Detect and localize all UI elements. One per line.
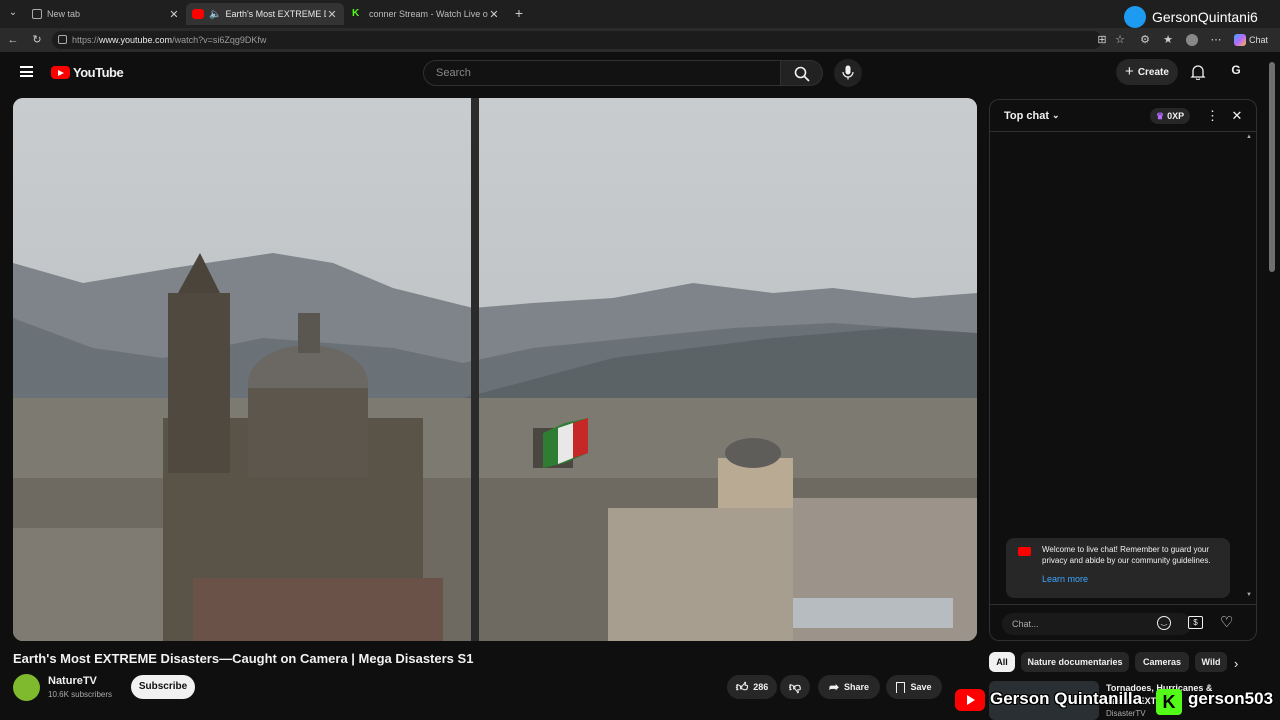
youtube-play-logo-icon <box>51 66 70 79</box>
chip-cameras[interactable]: Cameras <box>1135 652 1189 672</box>
browser-address-bar: ← ↻ https://www.youtube.com/watch?v=si6Z… <box>0 28 1280 52</box>
save-label: Save <box>910 682 932 692</box>
overlay-youtube-name: Gerson Quintanilla <box>990 689 1143 708</box>
youtube-header: YouTube Search + Create G <box>0 52 1280 92</box>
close-chat-icon[interactable]: ✕ <box>1230 108 1244 124</box>
kick-favicon-icon: K <box>352 8 360 19</box>
dislike-button[interactable]: 👎︎ <box>780 675 810 699</box>
microphone-icon <box>842 65 854 80</box>
thumbs-up-icon: 👍︎ <box>735 679 749 694</box>
url-field[interactable]: https://www.youtube.com/watch?v=si6Zqg9D… <box>52 31 1102 49</box>
tab-new-tab[interactable]: New tab ✕ <box>26 3 186 25</box>
search-icon <box>794 66 810 82</box>
chat-welcome-notice: Welcome to live chat! Remember to guard … <box>1006 538 1230 598</box>
app-install-icon[interactable]: ⊞ <box>1096 34 1108 46</box>
notifications-bell-icon[interactable] <box>1190 64 1206 80</box>
reload-icon[interactable]: ↻ <box>31 34 43 46</box>
close-icon[interactable]: ✕ <box>326 8 338 21</box>
chat-mode-label: Top chat <box>1004 109 1050 122</box>
chat-input-row: Chat... ‿ $ ♡ <box>990 604 1256 640</box>
close-icon[interactable]: ✕ <box>488 8 500 21</box>
back-arrow-icon[interactable]: ← <box>7 34 19 46</box>
like-button[interactable]: 👍︎ 286 <box>727 675 777 699</box>
notice-text: Welcome to live chat! Remember to guard … <box>1042 545 1211 565</box>
page-icon <box>32 9 42 19</box>
video-frame-city-skyline <box>13 98 977 641</box>
chevron-down-icon: ⌄ <box>1052 110 1060 120</box>
chips-next-chevron-icon[interactable]: › <box>1234 656 1238 671</box>
more-menu-icon[interactable]: ⋯ <box>1210 34 1222 46</box>
favorites-icon[interactable]: ★ <box>1162 34 1174 46</box>
tab-label: Earth's Most EXTREME Disaste <box>225 9 326 19</box>
profile-avatar-icon[interactable] <box>1186 34 1198 46</box>
new-tab-plus-icon[interactable]: + <box>512 5 526 21</box>
xp-badge[interactable]: ♛ 0XP <box>1150 108 1191 124</box>
channel-avatar[interactable] <box>13 674 40 701</box>
video-player[interactable] <box>13 98 977 641</box>
subscriber-count: 10.6K subscribers <box>48 690 113 699</box>
share-label: Share <box>844 682 870 692</box>
browser-tab-bar: ⌄ New tab ✕ 🔈 Earth's Most EXTREME Disas… <box>0 0 1280 28</box>
create-button[interactable]: + Create <box>1116 59 1178 85</box>
plus-icon: + <box>1125 63 1134 80</box>
url-host: www.youtube.com <box>99 35 173 45</box>
emoji-icon[interactable]: ‿ <box>1157 616 1171 630</box>
page-scrollbar-thumb[interactable] <box>1269 62 1275 272</box>
learn-more-link[interactable]: Learn more <box>1042 574 1220 585</box>
extensions-icon[interactable]: ⚙ <box>1139 34 1151 46</box>
tab-label: New tab <box>47 9 81 19</box>
twitter-bird-icon <box>1124 6 1146 28</box>
tab-label: conner Stream - Watch Live on Ki <box>369 9 488 19</box>
super-chat-icon[interactable]: $ <box>1188 616 1203 629</box>
chat-label: Chat <box>1249 35 1269 45</box>
favorite-star-icon[interactable]: ☆ <box>1114 34 1126 46</box>
share-button[interactable]: ➦ Share <box>818 675 880 699</box>
chip-all[interactable]: All <box>989 652 1015 672</box>
xp-value: 0XP <box>1167 111 1185 121</box>
share-arrow-icon: ➦ <box>828 680 840 694</box>
copilot-icon <box>1234 34 1246 46</box>
create-label: Create <box>1137 66 1169 78</box>
youtube-logo[interactable]: YouTube <box>51 65 124 80</box>
chat-scroll-up-icon[interactable]: ▲ <box>1246 134 1252 140</box>
site-info-icon[interactable] <box>58 35 67 44</box>
url-path: /watch?v=si6Zqg9DKfw <box>172 35 267 45</box>
bookmark-icon <box>896 681 906 693</box>
crown-icon: ♛ <box>1156 110 1165 121</box>
top-chat-dropdown[interactable]: Top chat ⌄ <box>1004 110 1060 122</box>
profile-name-overlay: GersonQuintani6 <box>1152 9 1258 25</box>
youtube-notice-icon <box>1018 547 1031 556</box>
youtube-favicon-icon <box>192 9 204 19</box>
voice-search-button[interactable] <box>834 59 862 87</box>
chip-wild[interactable]: Wild <box>1195 652 1227 672</box>
url-prefix: https:// <box>72 35 100 45</box>
search-input[interactable]: Search <box>423 60 781 86</box>
hamburger-menu-icon[interactable] <box>20 66 33 77</box>
account-avatar[interactable]: G <box>1228 62 1244 78</box>
speaker-icon[interactable]: 🔈 <box>209 9 221 20</box>
chat-more-options-icon[interactable]: ⋮ <box>1206 108 1219 124</box>
channel-name[interactable]: NatureTV <box>48 675 97 687</box>
youtube-overlay-logo-icon <box>955 689 985 711</box>
chat-scroll-down-icon[interactable]: ▼ <box>1246 592 1252 598</box>
video-title: Earth's Most EXTREME Disasters—Caught on… <box>13 651 474 666</box>
tab-youtube[interactable]: 🔈 Earth's Most EXTREME Disaste ✕ <box>186 3 344 25</box>
live-chat-panel: Top chat ⌄ ♛ 0XP ⋮ ✕ ▲ ▼ Welcome to live… <box>989 99 1257 641</box>
tab-kick[interactable]: K conner Stream - Watch Live on Ki ✕ <box>346 3 506 25</box>
thumbs-down-icon: 👎︎ <box>788 679 802 694</box>
save-button[interactable]: Save <box>886 675 942 699</box>
close-icon[interactable]: ✕ <box>168 8 180 21</box>
tab-list-chevron-icon[interactable]: ⌄ <box>6 7 20 21</box>
subscribe-button[interactable]: Subscribe <box>131 675 195 699</box>
overlay-kick-name: gerson503 <box>1188 689 1274 708</box>
youtube-logo-text: YouTube <box>73 65 124 80</box>
copilot-chat-button[interactable]: Chat <box>1234 33 1268 47</box>
like-count: 286 <box>753 682 769 692</box>
chip-nature-documentaries[interactable]: Nature documentaries <box>1021 652 1129 672</box>
heart-icon[interactable]: ♡ <box>1220 613 1233 631</box>
search-button[interactable] <box>781 60 823 86</box>
kick-overlay-logo-icon: K <box>1156 689 1182 715</box>
